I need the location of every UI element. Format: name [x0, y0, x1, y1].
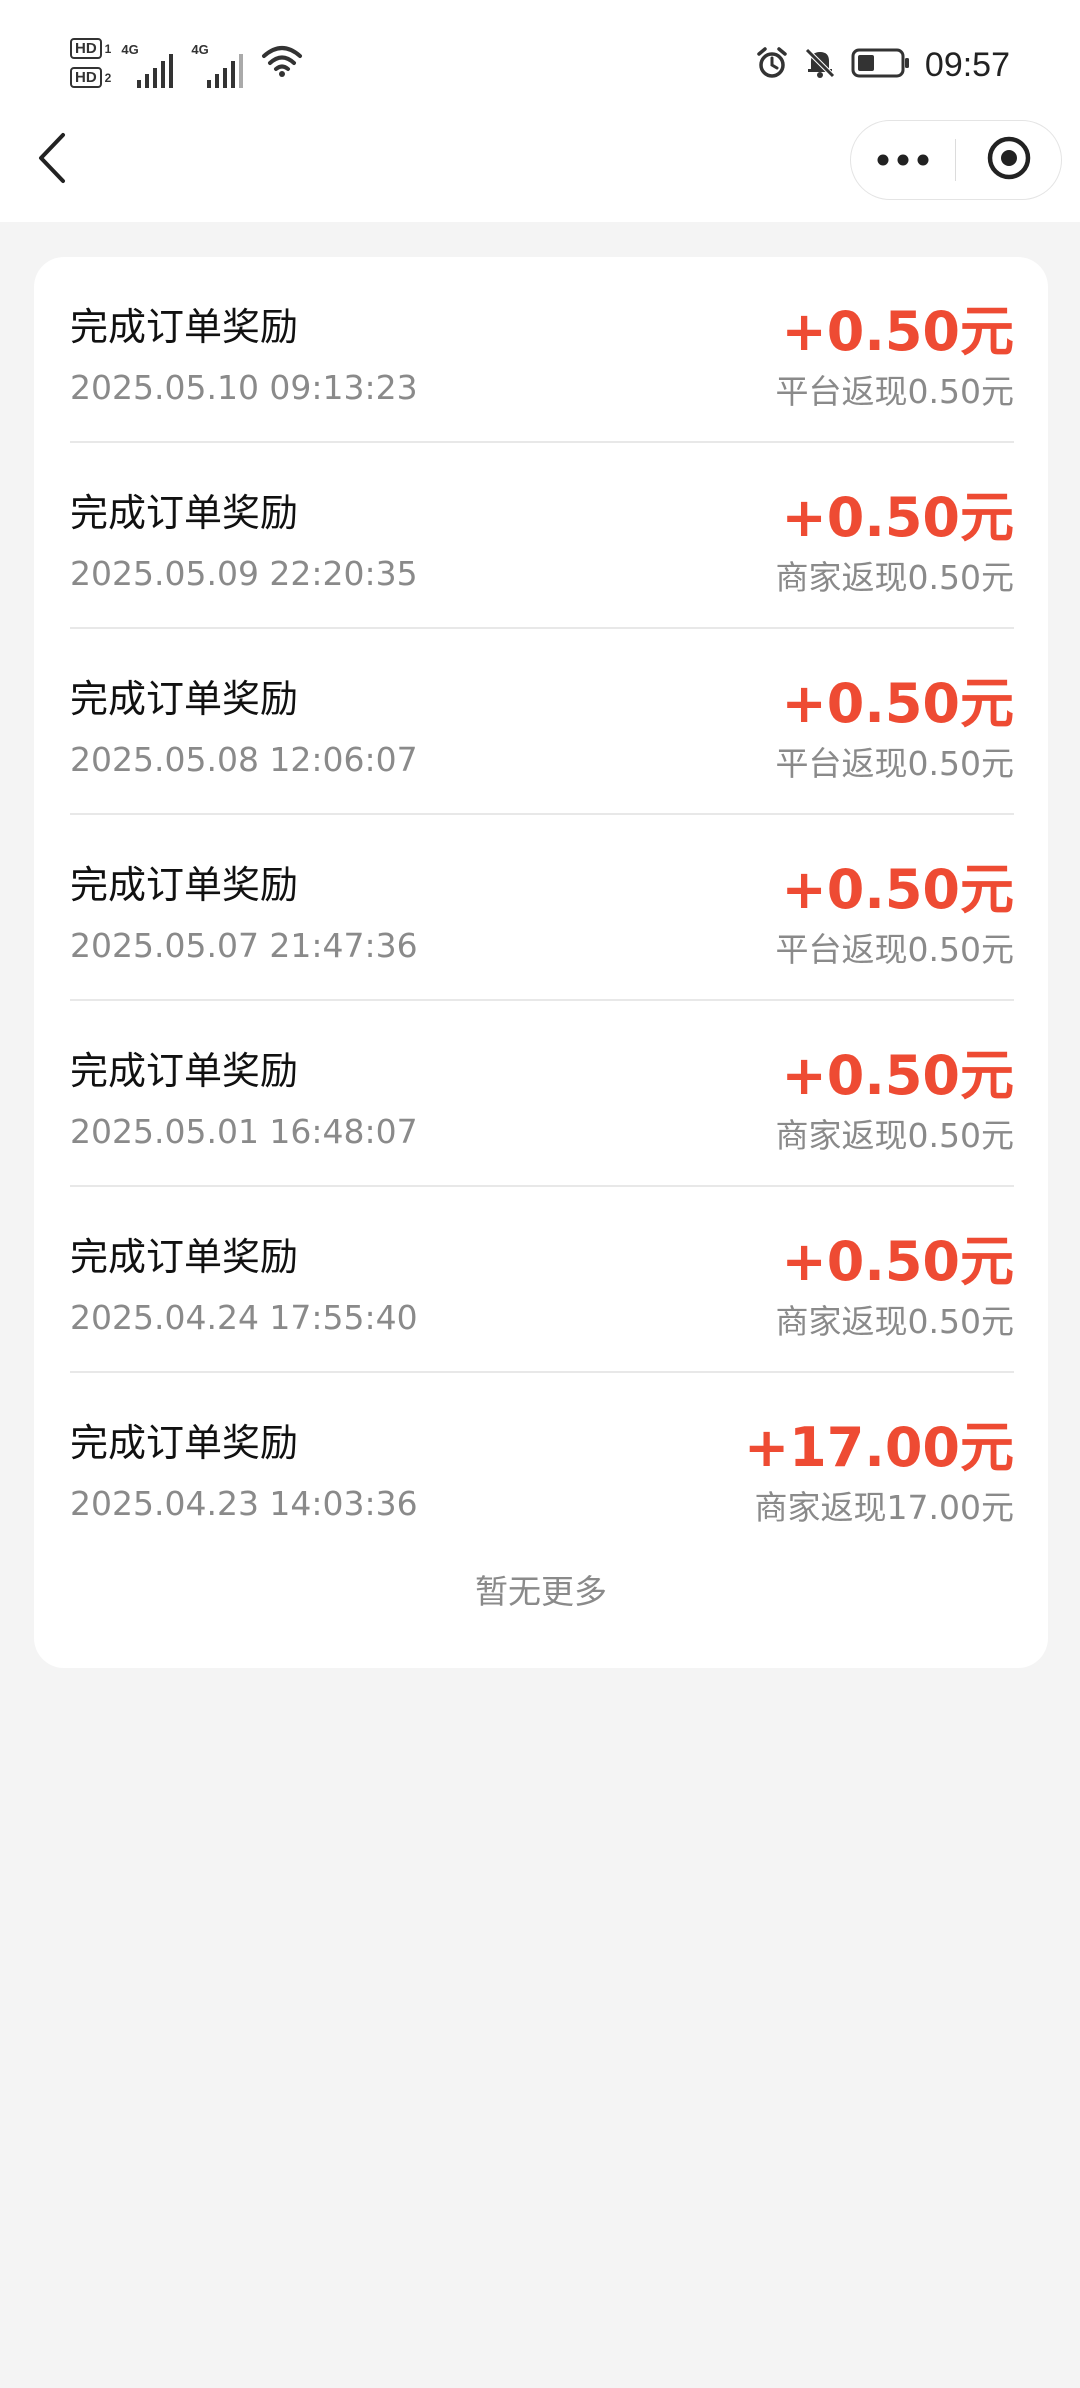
sim-indicators: HD 1 HD 2	[70, 38, 111, 88]
no-more-text: 暂无更多	[475, 1572, 607, 1611]
records-card: 完成订单奖励 2025.05.10 09:13:23 +0.50元 平台返现0.50元…	[34, 257, 1048, 1668]
record-amount: +0.50元	[781, 672, 1014, 735]
record-row[interactable]: 完成订单奖励 2025.04.23 14:03:36 +17.00元商家返现17.0…	[70, 1373, 1014, 1559]
record-time: 2025.05.08 12:06:07	[70, 740, 418, 779]
chevron-left-icon	[35, 132, 69, 188]
record-title: 完成订单奖励	[70, 677, 299, 721]
record-title: 完成订单奖励	[70, 305, 299, 349]
record-description: 商家返现0.50元	[775, 558, 1014, 597]
sim-number: 1	[104, 41, 112, 56]
record-row[interactable]: 完成订单奖励 2025.05.01 16:48:07 +0.50元商家返现0.50元	[70, 1001, 1014, 1187]
record-title: 完成订单奖励	[70, 863, 299, 907]
alarm-icon	[755, 46, 789, 84]
miniprogram-capsule	[850, 120, 1062, 200]
record-amount: +0.50元	[781, 858, 1014, 921]
record-row[interactable]: 完成订单奖励 2025.05.08 12:06:07 +0.50元平台返现0.50元	[70, 629, 1014, 815]
record-amount: +17.00元	[743, 1416, 1014, 1479]
record-title: 完成订单奖励	[70, 1235, 299, 1279]
top-bar: HD 1 HD 2 4G 4G 09:57	[0, 0, 1080, 222]
record-time: 2025.04.23 14:03:36	[70, 1484, 418, 1523]
record-row[interactable]: 完成订单奖励 2025.05.07 21:47:36 +0.50元平台返现0.50元	[70, 815, 1014, 1001]
record-amount: +0.50元	[781, 1044, 1014, 1107]
record-amount: +0.50元	[781, 1230, 1014, 1293]
record-list: 完成订单奖励 2025.05.10 09:13:23 +0.50元 平台返现0.50元…	[70, 257, 1014, 1559]
record-row[interactable]: 完成订单奖励 2025.05.10 09:13:23 +0.50元平台返现0.50元	[70, 257, 1014, 443]
record-description: 商家返现0.50元	[775, 1302, 1014, 1341]
status-bar-left: HD 1 HD 2 4G 4G	[70, 36, 303, 96]
record-amount: +0.50元	[781, 486, 1014, 549]
record-description: 平台返现0.50元	[775, 372, 1014, 411]
record-description: 商家返现0.50元	[775, 1116, 1014, 1155]
more-dots-icon	[877, 151, 929, 170]
record-title: 完成订单奖励	[70, 491, 299, 535]
hd-badge: HD	[70, 67, 102, 88]
record-row[interactable]: 完成订单奖励 2025.05.09 22:20:35 +0.50元商家返现0.50元	[70, 443, 1014, 629]
more-button[interactable]	[851, 121, 955, 199]
record-row[interactable]: 完成订单奖励 2025.04.24 17:55:40 +0.50元商家返现0.50元	[70, 1187, 1014, 1373]
record-description: 商家返现17.00元	[754, 1488, 1014, 1527]
record-time: 2025.05.10 09:13:23	[70, 368, 418, 407]
record-time: 2025.05.01 16:48:07	[70, 1112, 418, 1151]
record-title: 完成订单奖励	[70, 1421, 299, 1465]
record-amount: +0.50元	[781, 300, 1014, 363]
status-time: 09:57	[924, 45, 1010, 84]
record-description: 平台返现0.50元	[775, 930, 1014, 969]
record-time: 2025.05.09 22:20:35	[70, 554, 418, 593]
sim2-indicator: HD 2	[70, 67, 111, 88]
close-miniprogram-button[interactable]	[956, 121, 1061, 199]
record-time: 2025.04.24 17:55:40	[70, 1298, 418, 1337]
mute-bell-icon	[803, 46, 837, 84]
back-button[interactable]	[26, 130, 78, 190]
sim1-indicator: HD 1	[70, 38, 111, 59]
signal-icon: 4G	[191, 42, 251, 92]
record-title: 完成订单奖励	[70, 1049, 299, 1093]
record-description: 平台返现0.50元	[775, 744, 1014, 783]
signal-icon: 4G	[121, 42, 181, 92]
battery-icon	[851, 47, 911, 83]
status-bar-right: 09:57	[755, 40, 1010, 90]
sim-number: 2	[104, 70, 112, 85]
hd-badge: HD	[70, 38, 102, 59]
target-circle-icon	[986, 135, 1032, 185]
record-time: 2025.05.07 21:47:36	[70, 926, 418, 965]
wifi-icon	[261, 44, 303, 82]
